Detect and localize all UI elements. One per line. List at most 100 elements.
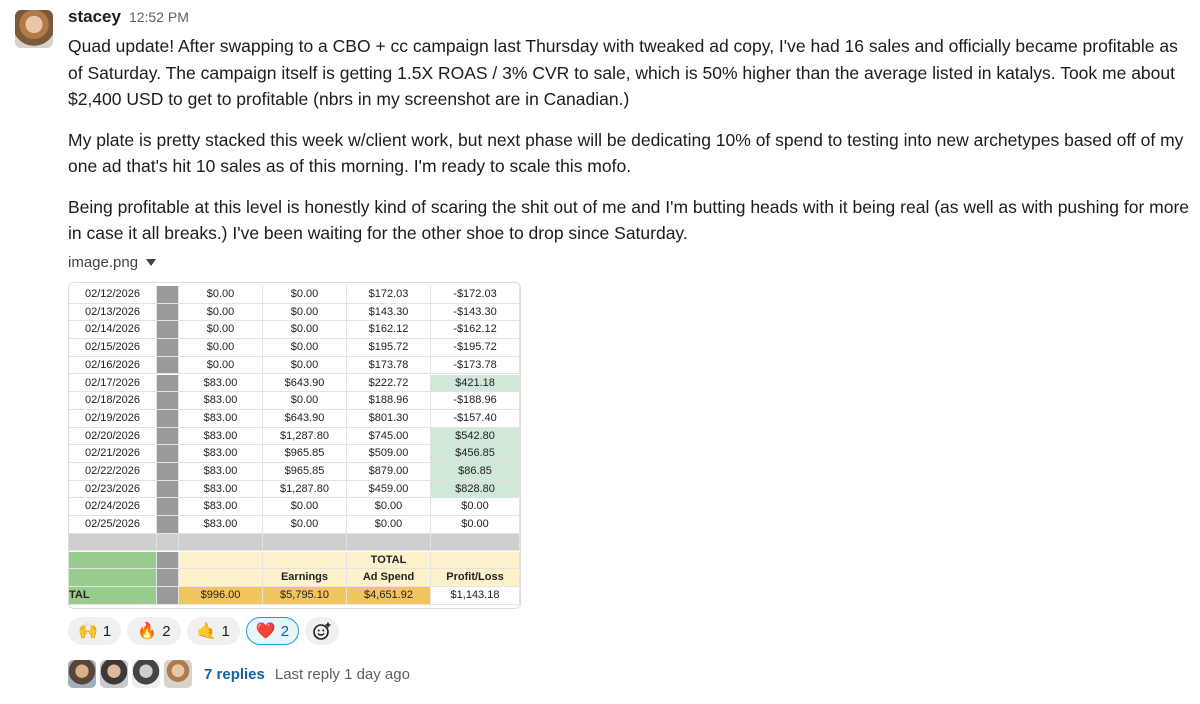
ad-spend-cell: $173.78 xyxy=(347,356,431,375)
profit-loss-cell: $456.85 xyxy=(431,445,520,463)
call-me-hand-icon: 🤙 xyxy=(196,623,217,640)
profit-loss-cell: -$188.96 xyxy=(431,392,520,410)
blank-cell xyxy=(69,533,157,552)
ad-spend-cell: $143.30 xyxy=(347,303,431,322)
ad-spend-cell: $0.00 xyxy=(347,516,431,534)
ad-spend-cell: $745.00 xyxy=(347,427,431,446)
earnings-cell: $1,287.80 xyxy=(263,480,347,499)
earnings-cell: $965.85 xyxy=(263,445,347,463)
heart-icon: ❤️ xyxy=(255,623,276,640)
spacer-cell xyxy=(157,339,179,357)
date-cell: 02/25/2026 xyxy=(69,516,157,534)
message: stacey 12:52 PM Quad update! After swapp… xyxy=(0,0,1200,704)
date-cell: 02/22/2026 xyxy=(69,463,157,481)
total-ad-spend: $4,651.92 xyxy=(347,586,431,605)
spacer-cell xyxy=(157,480,179,499)
spacer-cell xyxy=(157,392,179,410)
message-body: Quad update! After swapping to a CBO + c… xyxy=(68,33,1193,261)
totals-row: TAL $996.00 $5,795.10 $4,651.92 $1,143.18 xyxy=(69,586,520,605)
attachment-filename[interactable]: image.png xyxy=(68,254,138,271)
profit-loss-cell: -$172.03 xyxy=(431,286,520,304)
earnings-cell: $0.00 xyxy=(263,356,347,375)
value-cell: $83.00 xyxy=(179,498,263,517)
profit-loss-cell: -$162.12 xyxy=(431,321,520,340)
spacer-cell xyxy=(157,463,179,481)
profit-loss-cell: $86.85 xyxy=(431,463,520,481)
author-name[interactable]: stacey xyxy=(68,7,121,27)
table-row: 02/22/2026 $83.00 $965.85 $879.00 $86.85 xyxy=(69,463,520,481)
blank-cell xyxy=(157,533,179,552)
value-cell: $83.00 xyxy=(179,480,263,499)
timestamp[interactable]: 12:52 PM xyxy=(129,9,189,25)
table-row: 02/15/2026 $0.00 $0.00 $195.72 -$195.72 xyxy=(69,339,520,357)
earnings-cell: $0.00 xyxy=(263,321,347,340)
ad-spend-header: Ad Spend xyxy=(347,569,431,587)
value-cell: $83.00 xyxy=(179,392,263,410)
spacer-cell xyxy=(157,409,179,428)
date-cell: 02/15/2026 xyxy=(69,339,157,357)
value-cell: $0.00 xyxy=(179,321,263,340)
blank-cell xyxy=(179,551,263,570)
last-reply-time: Last reply 1 day ago xyxy=(274,665,410,683)
reaction-button[interactable]: 🔥 2 xyxy=(127,617,181,645)
spacer-cell xyxy=(157,321,179,340)
attachment-header[interactable]: image.png xyxy=(68,254,157,271)
date-cell: 02/23/2026 xyxy=(69,480,157,499)
profit-loss-cell: $542.80 xyxy=(431,427,520,446)
earnings-cell: $643.90 xyxy=(263,409,347,428)
total-value: $996.00 xyxy=(179,586,263,605)
earnings-cell: $0.00 xyxy=(263,286,347,304)
reactions-bar: 🙌 1 🔥 2 🤙 1 ❤️ 2 xyxy=(68,617,340,645)
profit-loss-cell: -$157.40 xyxy=(431,409,520,428)
add-reaction-icon xyxy=(313,622,331,640)
date-cell: 02/20/2026 xyxy=(69,427,157,446)
replier-avatar xyxy=(132,660,160,688)
reaction-count: 2 xyxy=(280,622,290,640)
blank-cell xyxy=(179,569,263,587)
date-cell: 02/13/2026 xyxy=(69,303,157,322)
blank-cell xyxy=(347,533,431,552)
spacer-cell xyxy=(157,445,179,463)
add-reaction-button[interactable] xyxy=(305,617,340,645)
total-heading: TOTAL xyxy=(347,551,431,570)
reaction-button[interactable]: 🙌 1 xyxy=(68,617,122,645)
spacer-cell xyxy=(157,516,179,534)
replier-avatar xyxy=(68,660,96,688)
date-cell: 02/16/2026 xyxy=(69,356,157,375)
earnings-header: Earnings xyxy=(263,569,347,587)
reaction-button[interactable]: ❤️ 2 xyxy=(245,617,300,645)
earnings-cell: $1,287.80 xyxy=(263,427,347,446)
table-row: Earnings Ad Spend Profit/Loss xyxy=(69,569,520,587)
reaction-count: 1 xyxy=(102,622,112,640)
chevron-down-icon[interactable] xyxy=(146,259,157,266)
table-row: 02/13/2026 $0.00 $0.00 $143.30 -$143.30 xyxy=(69,303,520,322)
blank-cell xyxy=(431,551,520,570)
table-row: TOTAL xyxy=(69,551,520,570)
table-row: 02/18/2026 $83.00 $0.00 $188.96 -$188.96 xyxy=(69,392,520,410)
table-row: 02/17/2026 $83.00 $643.90 $222.72 $421.18 xyxy=(69,374,520,393)
thread-summary[interactable]: 7 replies Last reply 1 day ago xyxy=(68,660,410,688)
reaction-button[interactable]: 🤙 1 xyxy=(186,617,240,645)
spacer-cell xyxy=(157,586,179,605)
replies-link[interactable]: 7 replies xyxy=(204,666,265,683)
attachment-image[interactable]: 02/12/2026 $0.00 $0.00 $172.03 -$172.03 02/13… xyxy=(68,282,521,609)
replier-avatar xyxy=(100,660,128,688)
message-paragraph: Being profitable at this level is honest… xyxy=(68,196,1190,244)
value-cell: $83.00 xyxy=(179,463,263,481)
ad-spend-cell: $509.00 xyxy=(347,445,431,463)
ad-spend-cell: $222.72 xyxy=(347,374,431,393)
earnings-cell: $0.00 xyxy=(263,498,347,517)
ad-spend-cell: $801.30 xyxy=(347,409,431,428)
message-paragraph: Quad update! After swapping to a CBO + c… xyxy=(68,36,1178,109)
ad-spend-cell: $879.00 xyxy=(347,463,431,481)
value-cell: $83.00 xyxy=(179,516,263,534)
earnings-cell: $643.90 xyxy=(263,374,347,393)
label-cell xyxy=(69,551,157,570)
author-avatar[interactable] xyxy=(15,10,53,48)
date-cell: 02/21/2026 xyxy=(69,445,157,463)
profit-loss-cell: $828.80 xyxy=(431,480,520,499)
table-row xyxy=(69,533,520,552)
profit-loss-cell: -$195.72 xyxy=(431,339,520,357)
value-cell: $0.00 xyxy=(179,356,263,375)
value-cell: $83.00 xyxy=(179,427,263,446)
